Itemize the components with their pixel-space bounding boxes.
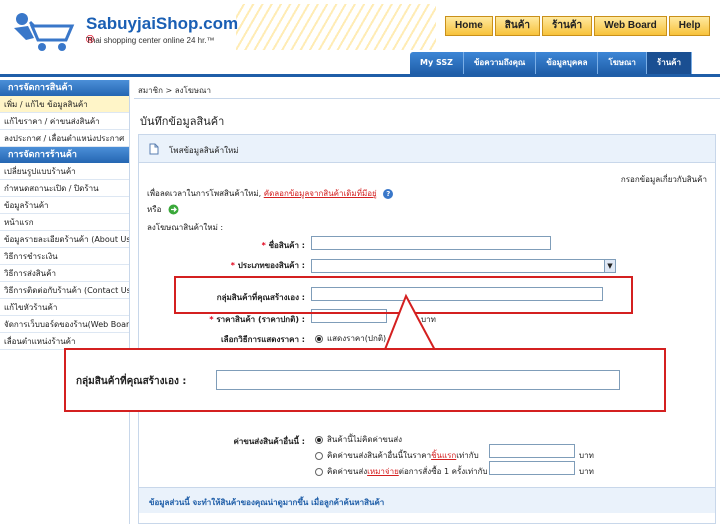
product-name-label: * ชื่อสินค้า : — [261, 241, 305, 250]
copy-row: เพื่อลดเวลาในการโพสสินค้าใหม่, คัดลอกข้อ… — [147, 187, 394, 200]
zoom-callout: กลุ่มสินค้าที่คุณสร้างเอง : — [64, 348, 666, 412]
sidebar-item-announce[interactable]: ลงประกาศ / เลื่อนตำแหน่งประกาศ — [0, 130, 129, 147]
sidebar-item-open-close[interactable]: กำหนดสถานะเปิด / ปิดร้าน — [0, 180, 129, 197]
panel-header: โพสข้อมูลสินค้าใหม่ — [139, 135, 715, 163]
shipping-flat-unit: บาท — [579, 467, 594, 476]
shipping-label: ค่าขนส่งสินค้าอื่นนี้ : — [233, 437, 306, 446]
site-logo[interactable]: SabuyjaiShop.com ® Thai shopping center … — [6, 6, 238, 56]
product-name-input[interactable] — [311, 236, 551, 250]
logo-subtitle: Thai shopping center online 24 hr.™ — [86, 36, 215, 45]
product-type-label-text: ประเภทของสินค้า : — [237, 261, 305, 270]
sidebar-item-edit-price[interactable]: แก้ไขราคา / ค่าขนส่งสินค้า — [0, 113, 129, 130]
copy-prefix: เพื่อลดเวลาในการโพสสินค้าใหม่, — [147, 189, 262, 198]
shipping-first-item-link[interactable]: ชิ้นแรก — [431, 451, 456, 460]
sidebar-item-about-us[interactable]: ข้อมูลรายละเอียดร้านค้า (About Us) — [0, 231, 129, 248]
header-decoration — [236, 4, 436, 50]
page-title: บันทึกข้อมูลสินค้า — [140, 115, 225, 128]
site-header: SabuyjaiShop.com ® Thai shopping center … — [0, 0, 720, 77]
shipping-flat-input[interactable] — [489, 461, 575, 475]
price-display-option[interactable]: แสดงราคา(ปกติ) — [315, 332, 386, 345]
sidebar-item-edit-product[interactable]: เพิ่ม / แก้ไข ข้อมูลสินค้า — [0, 96, 129, 113]
shipping-free-radio[interactable] — [315, 435, 323, 444]
price-label: * ราคาสินค้า (ราคาปกติ) : — [209, 315, 305, 324]
logo-title: SabuyjaiShop.com ® — [86, 14, 238, 54]
sidebar-section-shop: การจัดการร้านค้า — [0, 147, 129, 163]
or-row: หรือ — [147, 203, 179, 216]
price-label-text: ราคาสินค้า (ราคาปกติ) : — [216, 315, 305, 324]
shipping-flat-text-b: ต่อการสั่งซื้อ 1 ครั้งเท่ากับ — [398, 467, 488, 476]
sidebar-item-payment[interactable]: วิธีการชำระเงิน — [0, 248, 129, 265]
nav-shops[interactable]: ร้านค้า — [542, 16, 593, 36]
chevron-down-icon[interactable]: ▼ — [604, 259, 616, 273]
sidebar-item-shop-info[interactable]: ข้อมูลร้านค้า — [0, 197, 129, 214]
shipping-per-item-text-a: คิดค่าขนส่งสินค้าอื่นนี้ในราคา — [327, 451, 432, 460]
form-section-title: กรอกข้อมูลเกี่ยวกับสินค้า — [620, 175, 707, 184]
bottom-info-text: ข้อมูลส่วนนี้ จะทำให้สินค้าของคุณน่าดูมา… — [149, 498, 385, 507]
shipping-per-item-radio[interactable] — [315, 451, 323, 460]
sidebar-section-products: การจัดการสินค้า — [0, 80, 129, 96]
shipping-per-item-unit: บาท — [579, 451, 594, 460]
sidebar-item-contact-us[interactable]: วิธีการติดต่อกับร้านค้า (Contact Us) — [0, 282, 129, 299]
shipping-option-flat[interactable]: คิดค่าขนส่งเหมาจ่ายต่อการสั่งซื้อ 1 ครั้… — [315, 465, 488, 478]
shipping-per-item-input[interactable] — [489, 444, 575, 458]
shipping-option-free[interactable]: สินค้านี้ไม่คิดค่าขนส่ง — [315, 433, 402, 446]
nav-webboard[interactable]: Web Board — [594, 16, 667, 36]
shopping-cart-logo-icon — [14, 13, 75, 51]
shipping-option-free-text: สินค้านี้ไม่คิดค่าขนส่ง — [327, 435, 403, 444]
nav-help[interactable]: Help — [668, 16, 711, 36]
product-name-label-text: ชื่อสินค้า : — [268, 241, 305, 250]
help-icon[interactable]: ? — [383, 189, 394, 199]
nav-home[interactable]: Home — [445, 16, 493, 36]
callout-group-input[interactable] — [216, 370, 620, 390]
header-divider — [0, 74, 720, 77]
sidebar: การจัดการสินค้า เพิ่ม / แก้ไข ข้อมูลสินค… — [0, 80, 130, 524]
price-display-label: เลือกวิธีการแสดงราคา : — [220, 335, 305, 344]
logo-title-text: SabuyjaiShop.com — [86, 14, 239, 33]
or-text: หรือ — [147, 205, 162, 214]
subnav-shop[interactable]: ร้านค้า — [646, 52, 693, 74]
subnav-profile[interactable]: ข้อมูลบุคคล — [536, 52, 599, 74]
shipping-flat-link[interactable]: เหมาจ่าย — [367, 467, 399, 476]
shipping-option-per-item[interactable]: คิดค่าขนส่งสินค้าอื่นนี้ในราคาชิ้นแรกเท่… — [315, 449, 479, 462]
sidebar-item-homepage[interactable]: หน้าแรก — [0, 214, 129, 231]
breadcrumb: สมาชิก > ลงโฆษณา — [138, 86, 211, 95]
panel-header-text: โพสข้อมูลสินค้าใหม่ — [169, 146, 239, 155]
callout-label: กลุ่มสินค้าที่คุณสร้างเอง : — [76, 376, 187, 387]
nav-products[interactable]: สินค้า — [494, 16, 541, 36]
member-subnav: My SSZ ข้อความถึงคุณ ข้อมูลบุคคล โฆษณา ร… — [410, 52, 693, 74]
subnav-myssz[interactable]: My SSZ — [410, 52, 464, 74]
shipping-flat-radio[interactable] — [315, 467, 323, 476]
sidebar-item-edit-header[interactable]: แก้ไขหัวร้านค้า — [0, 299, 129, 316]
price-display-radio[interactable] — [315, 334, 323, 343]
product-type-label: * ประเภทของสินค้า : — [230, 261, 305, 270]
top-navigation: Home สินค้า ร้านค้า Web Board Help — [445, 16, 712, 36]
shipping-flat-text-a: คิดค่าขนส่ง — [327, 467, 368, 476]
price-display-option-text: แสดงราคา(ปกติ) — [327, 334, 387, 343]
document-icon — [149, 143, 159, 155]
post-new-label: ลงโฆษณาสินค้าใหม่ : — [147, 223, 224, 232]
copy-existing-link[interactable]: คัดลอกข้อมูลจากสินค้าเดิมที่มีอยู่ — [264, 189, 377, 198]
breadcrumb-divider — [134, 98, 720, 99]
subnav-ads[interactable]: โฆษณา — [598, 52, 647, 74]
sidebar-item-change-theme[interactable]: เปลี่ยนรูปแบบร้านค้า — [0, 163, 129, 180]
callout-pointer — [383, 293, 437, 354]
bottom-info-bar: ข้อมูลส่วนนี้ จะทำให้สินค้าของคุณน่าดูมา… — [139, 487, 715, 513]
shipping-per-item-text-b: เท่ากับ — [456, 451, 479, 460]
subnav-messages[interactable]: ข้อความถึงคุณ — [464, 52, 537, 74]
sidebar-item-shipping[interactable]: วิธีการส่งสินค้า — [0, 265, 129, 282]
product-type-select[interactable]: ▼ — [311, 259, 616, 273]
go-arrow-icon[interactable] — [168, 204, 179, 215]
sidebar-item-webboard[interactable]: จัดการเว็บบอร์ดของร้าน(Web Board) — [0, 316, 129, 333]
